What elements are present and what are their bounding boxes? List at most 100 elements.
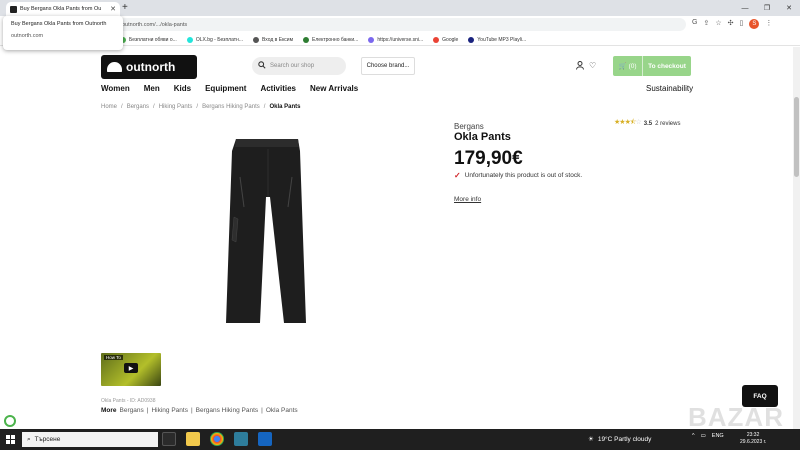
weather-widget[interactable]: ☀ 19°C Partly cloudy	[588, 435, 651, 444]
account-icon[interactable]	[576, 61, 584, 72]
url-bar[interactable]: outnorth.com/.../okla-pants	[116, 18, 686, 31]
bookmark-star-icon[interactable]: ☆	[715, 19, 721, 29]
more-link-okla-pants[interactable]: Okla Pants	[266, 407, 298, 414]
bookmark-item[interactable]: YouTube MP3 Playli...	[468, 36, 527, 43]
chat-widget-icon[interactable]	[4, 415, 16, 427]
cart-count: (0)	[628, 62, 637, 70]
product-brand[interactable]: Bergans	[454, 122, 484, 131]
logo-mountain-icon	[107, 62, 122, 72]
out-of-stock-icon: ✓	[454, 171, 461, 180]
taskbar-search-placeholder: Търсене	[34, 436, 61, 443]
product-rating[interactable]: ★★★⯪☆ 3.5 2 reviews	[614, 118, 680, 129]
close-tab-icon[interactable]: ✕	[110, 5, 116, 13]
product-video-thumbnail[interactable]: How To ▶	[101, 353, 161, 386]
taskbar-apps	[162, 432, 272, 446]
nav-men[interactable]: Men	[144, 84, 160, 93]
app2-icon[interactable]	[258, 432, 272, 446]
bookmark-favicon-icon	[468, 36, 475, 43]
bookmark-favicon-icon	[303, 36, 310, 43]
nav-new-arrivals[interactable]: New Arrivals	[310, 84, 358, 93]
play-icon[interactable]: ▶	[124, 363, 138, 373]
nav-activities[interactable]: Activities	[260, 84, 296, 93]
more-link-bergans[interactable]: Bergans	[120, 407, 144, 414]
bookmark-item[interactable]: Вход в Ексим	[252, 36, 294, 43]
breadcrumb-home[interactable]: Home	[101, 104, 117, 110]
system-tray: ^ ▭ ENG	[692, 433, 724, 439]
stock-text: Unfortunately this product is out of sto…	[464, 172, 583, 179]
language-indicator[interactable]: ENG	[712, 433, 724, 439]
google-lens-icon[interactable]: G	[692, 19, 697, 29]
app-icon[interactable]	[234, 432, 248, 446]
tray-chevron-icon[interactable]: ^	[692, 433, 695, 439]
browser-tab[interactable]: Buy Bergans Okla Pants from Ou ✕	[6, 2, 120, 16]
breadcrumb-bergans[interactable]: Bergans	[127, 104, 149, 110]
page-scrollbar[interactable]	[793, 47, 800, 429]
extensions-area: G ⇪ ☆ ✣ ▯ S ⋮	[692, 19, 772, 29]
nav-women[interactable]: Women	[101, 84, 130, 93]
outnorth-logo[interactable]: outnorth	[101, 55, 197, 79]
network-icon[interactable]: ▭	[701, 433, 706, 439]
bookmark-item[interactable]: https://universe.sni...	[368, 36, 424, 43]
sidepanel-icon[interactable]: ▯	[739, 19, 743, 29]
tooltip-title: Buy Bergans Okla Pants from Outnorth	[11, 21, 107, 27]
bookmark-label: https://universe.sni...	[377, 36, 424, 43]
extensions-puzzle-icon[interactable]: ✣	[728, 19, 734, 29]
checkout-label: To checkout	[648, 62, 686, 70]
chrome-icon[interactable]	[210, 432, 224, 446]
more-info-link[interactable]: More info	[454, 196, 481, 203]
bookmark-item[interactable]: Google	[433, 36, 458, 43]
nav-equipment[interactable]: Equipment	[205, 84, 246, 93]
more-link-hiking-pants[interactable]: Hiking Pants	[151, 407, 188, 414]
product-image[interactable]	[220, 137, 312, 325]
bookmark-label: Електронно банки...	[312, 36, 359, 43]
bookmark-item[interactable]: Безплатни обяви о...	[120, 36, 177, 43]
clock-time: 23:32	[746, 432, 760, 438]
reviews-link[interactable]: 2 reviews	[655, 121, 680, 127]
bookmark-favicon-icon	[252, 36, 259, 43]
windows-start-icon[interactable]	[6, 435, 15, 444]
cart-button[interactable]: 🛒 (0) To checkout	[613, 56, 691, 76]
bookmark-favicon-icon	[433, 36, 440, 43]
video-label: How To	[104, 355, 123, 360]
new-tab-button[interactable]: +	[122, 2, 128, 14]
tab-hover-tooltip: Buy Bergans Okla Pants from Outnorth out…	[3, 16, 123, 50]
close-window-button[interactable]: ✕	[778, 0, 800, 16]
menu-kebab-icon[interactable]: ⋮	[765, 19, 772, 29]
bookmark-label: Вход в Ексим	[261, 36, 294, 43]
breadcrumb-bergans-hiking-pants[interactable]: Bergans Hiking Pants	[202, 104, 260, 110]
share-icon[interactable]: ⇪	[703, 19, 709, 29]
nav-sustainability[interactable]: Sustainability	[646, 84, 693, 93]
cart-icon: 🛒	[618, 63, 627, 70]
cart-count-area: 🛒 (0)	[613, 56, 643, 76]
brand-select[interactable]: Choose brand...	[361, 57, 415, 75]
breadcrumb: Home / Bergans / Hiking Pants / Bergans Hik…	[101, 104, 301, 110]
bookmark-label: YouTube MP3 Playli...	[477, 36, 527, 43]
nav-kids[interactable]: Kids	[174, 84, 191, 93]
more-links: More Bergans | Hiking Pants | Bergans Hiki…	[101, 407, 298, 414]
bookmark-item[interactable]: OLX.bg - Безплатн...	[186, 36, 243, 43]
task-view-icon[interactable]	[162, 432, 176, 446]
search-input[interactable]: Search our shop	[252, 57, 346, 75]
main-nav: Women Men Kids Equipment Activities New …	[101, 84, 358, 93]
browser-tabstrip: Buy Bergans Okla Pants from Ou ✕ + — ❐ ✕	[0, 0, 800, 16]
tab-title: Buy Bergans Okla Pants from Ou	[20, 6, 102, 12]
tooltip-domain: outnorth.com	[11, 33, 44, 39]
web-page: outnorth Search our shop Choose brand...…	[0, 47, 793, 429]
url-text: outnorth.com/.../okla-pants	[122, 21, 188, 28]
bookmark-label: OLX.bg - Безплатн...	[195, 36, 243, 43]
wishlist-heart-icon[interactable]: ♡	[589, 61, 596, 72]
more-link-bergans-hiking-pants[interactable]: Bergans Hiking Pants	[196, 407, 259, 414]
scrollbar-thumb[interactable]	[794, 97, 799, 177]
breadcrumb-hiking-pants[interactable]: Hiking Pants	[159, 104, 193, 110]
profile-avatar[interactable]: S	[749, 19, 760, 29]
header-icons: ♡	[576, 61, 596, 72]
taskbar-search[interactable]: ⌕ Търсене	[22, 432, 158, 447]
minimize-button[interactable]: —	[734, 0, 756, 16]
maximize-button[interactable]: ❐	[756, 0, 778, 16]
windows-taskbar: ⌕ Търсене ☀ 19°C Partly cloudy ^ ▭ ENG 2…	[0, 429, 800, 450]
file-explorer-icon[interactable]	[186, 432, 200, 446]
product-sku: Okla Pants - ID: AD0938	[101, 398, 156, 404]
bookmark-item[interactable]: Електронно банки...	[303, 36, 359, 43]
more-label: More	[101, 407, 117, 414]
taskbar-clock[interactable]: 23:32 29.6.2023 г.	[740, 432, 766, 446]
